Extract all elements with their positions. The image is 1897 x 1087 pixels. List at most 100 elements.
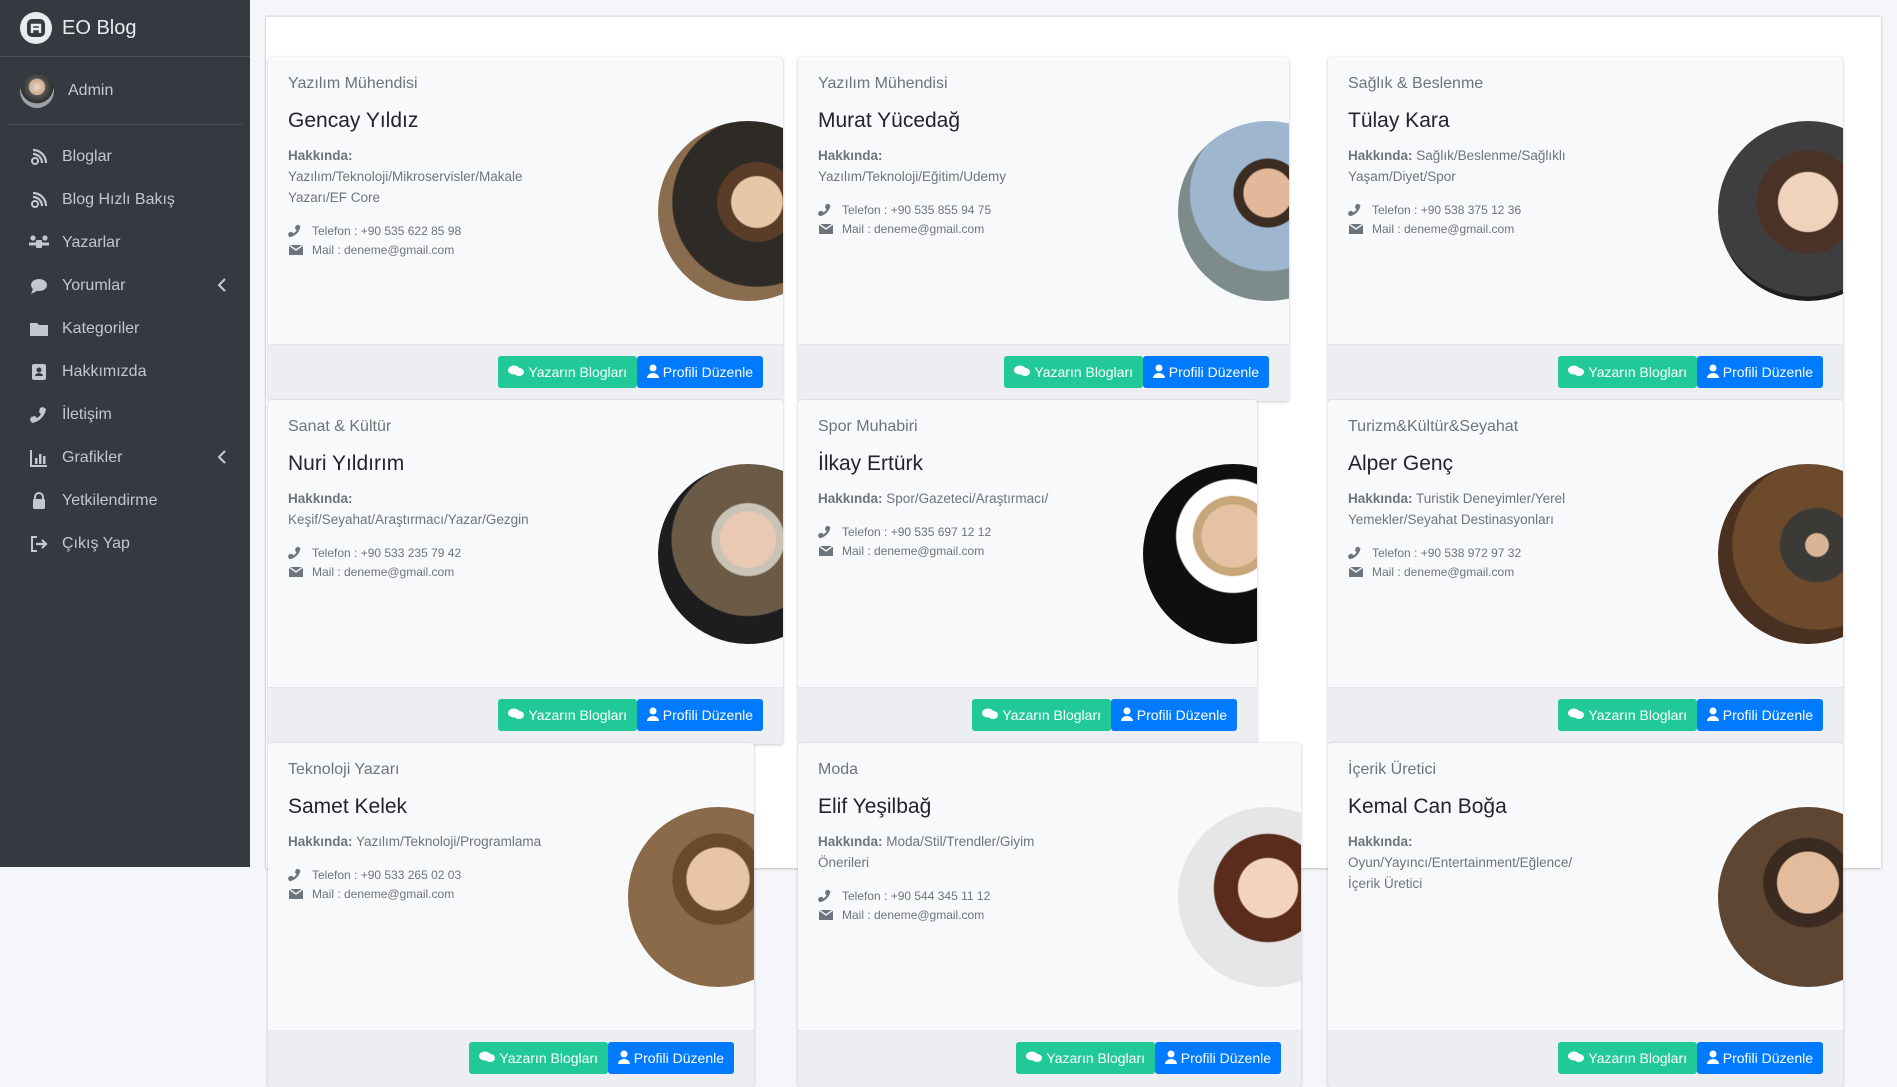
author-photo [1718, 807, 1843, 987]
phone-text: Telefon : +90 538 972 97 32 [1372, 546, 1522, 560]
comments-icon [982, 707, 1002, 724]
card-footer: Yazarın Blogları Profili Düzenle [268, 344, 783, 401]
card-footer: Yazarın Blogları Profili Düzenle [1328, 1030, 1843, 1087]
sidebar-item-9[interactable]: Çıkış Yap [0, 522, 250, 565]
sidebar-item-5[interactable]: Hakkımızda [0, 350, 250, 393]
about-label: Hakkında: [818, 148, 883, 163]
brand-link[interactable]: EO Blog [0, 0, 250, 57]
sidebar-item-label: Bloglar [62, 147, 112, 165]
author-about: Hakkında: Spor/Gazeteci/Araştırmacı/ [818, 488, 1073, 509]
sidebar-item-2[interactable]: Yazarlar [0, 221, 250, 264]
comments-icon [1014, 364, 1034, 381]
blog-icon [28, 148, 50, 166]
phone-text: Telefon : +90 535 855 94 75 [842, 203, 992, 217]
edit-profile-button[interactable]: Profili Düzenle [1110, 699, 1237, 731]
author-card: Teknoloji Yazarı Samet Kelek Hakkında: Yaz… [268, 743, 754, 1087]
phone-icon [28, 406, 50, 424]
author-blogs-button[interactable]: Yazarın Blogları [972, 699, 1111, 731]
user-icon [1164, 1050, 1181, 1067]
author-card: Turizm&Kültür&Seyahat Alper Genç Hakkında:… [1328, 400, 1843, 744]
mail-text: Mail : deneme@gmail.com [1372, 222, 1515, 236]
edit-profile-button[interactable]: Profili Düzenle [607, 1042, 734, 1074]
comments-icon [508, 364, 528, 381]
folder-icon [28, 320, 50, 338]
author-body: Gencay Yıldız Hakkında: Yazılım/Teknoloji… [268, 107, 783, 363]
author-name: Samet Kelek [288, 795, 408, 818]
author-photo [628, 807, 754, 987]
author-about: Hakkında: Yazılım/Teknoloji/Mikroservisl… [288, 145, 543, 208]
about-label: Hakkında: [818, 834, 883, 849]
author-blogs-button[interactable]: Yazarın Blogları [1558, 356, 1697, 388]
author-name: Tülay Kara [1348, 109, 1450, 132]
user-lock-icon [28, 491, 50, 510]
author-card: Yazılım Mühendisi Gencay Yıldız Hakkında: … [268, 57, 783, 401]
author-blogs-label: Yazarın Blogları [1046, 1050, 1145, 1066]
about-text: Yazılım/Teknoloji/Mikroservisler/Makale … [288, 169, 523, 205]
edit-profile-label: Profili Düzenle [662, 707, 753, 723]
author-blogs-button[interactable]: Yazarın Blogları [1004, 356, 1143, 388]
sidebar-item-1[interactable]: Blog Hızlı Bakış [0, 178, 250, 221]
author-about: Hakkında: Keşif/Seyahat/Araştırmacı/Yaza… [288, 488, 543, 530]
about-text: Yazılım/Teknoloji/Eğitim/Udemy [818, 169, 1007, 184]
edit-profile-button[interactable]: Profili Düzenle [1696, 1042, 1823, 1074]
author-blogs-label: Yazarın Blogları [528, 707, 627, 723]
sidebar-item-3[interactable]: Yorumlar [0, 264, 250, 307]
edit-profile-label: Profili Düzenle [1722, 364, 1813, 380]
mail-icon [288, 887, 306, 903]
sidebar-item-label: Yetkilendirme [62, 491, 158, 509]
card-footer: Yazarın Blogları Profili Düzenle [798, 1030, 1301, 1087]
blog-icon [28, 191, 50, 209]
edit-profile-button[interactable]: Profili Düzenle [1142, 356, 1269, 388]
about-label: Hakkında: [1348, 491, 1413, 506]
author-card: Sağlık & Beslenme Tülay Kara Hakkında: Sağ… [1328, 57, 1843, 401]
phone-icon [288, 224, 306, 240]
author-name: Gencay Yıldız [288, 109, 419, 132]
edit-profile-button[interactable]: Profili Düzenle [1154, 1042, 1281, 1074]
user-icon [646, 707, 663, 724]
mail-icon [1348, 222, 1366, 238]
phone-text: Telefon : +90 533 235 79 42 [312, 546, 462, 560]
chevron-left-icon[interactable] [217, 278, 226, 292]
mail-text: Mail : deneme@gmail.com [1372, 565, 1515, 579]
edit-profile-label: Profili Düzenle [662, 364, 753, 380]
phone-icon [818, 203, 836, 219]
author-blogs-button[interactable]: Yazarın Blogları [1558, 699, 1697, 731]
author-blogs-label: Yazarın Blogları [1034, 364, 1133, 380]
edit-profile-button[interactable]: Profili Düzenle [636, 356, 763, 388]
edit-profile-button[interactable]: Profili Düzenle [636, 699, 763, 731]
edit-profile-button[interactable]: Profili Düzenle [1696, 699, 1823, 731]
author-photo [1178, 121, 1289, 301]
sidebar-item-0[interactable]: Bloglar [0, 135, 250, 178]
brand-logo-icon [20, 12, 52, 44]
card-footer: Yazarın Blogları Profili Düzenle [268, 1030, 754, 1087]
sidebar-item-6[interactable]: İletişim [0, 393, 250, 436]
comments-icon [1568, 1050, 1588, 1067]
author-name: Elif Yeşilbağ [818, 795, 932, 818]
sidebar-item-7[interactable]: Grafikler [0, 436, 250, 479]
user-panel[interactable]: Admin [8, 57, 242, 125]
mail-icon [288, 243, 306, 259]
author-photo [1143, 464, 1257, 644]
mail-icon [818, 544, 836, 560]
chevron-left-icon[interactable] [217, 450, 226, 464]
author-about: Hakkında: Sağlık/Beslenme/Sağlıklı Yaşam… [1348, 145, 1603, 187]
author-blogs-label: Yazarın Blogları [1588, 364, 1687, 380]
mail-text: Mail : deneme@gmail.com [842, 544, 985, 558]
sidebar-item-4[interactable]: Kategoriler [0, 307, 250, 350]
author-blogs-button[interactable]: Yazarın Blogları [498, 699, 637, 731]
author-blogs-button[interactable]: Yazarın Blogları [469, 1042, 608, 1074]
author-blogs-button[interactable]: Yazarın Blogları [1558, 1042, 1697, 1074]
users-icon [28, 234, 50, 252]
user-icon [1706, 364, 1723, 381]
phone-text: Telefon : +90 533 265 02 03 [312, 868, 462, 882]
author-blogs-button[interactable]: Yazarın Blogları [1016, 1042, 1155, 1074]
author-blogs-label: Yazarın Blogları [528, 364, 627, 380]
author-blogs-button[interactable]: Yazarın Blogları [498, 356, 637, 388]
user-name[interactable]: Admin [68, 82, 113, 100]
author-about: Hakkında: Yazılım/Teknoloji/Eğitim/Udemy [818, 145, 1073, 187]
card-footer: Yazarın Blogları Profili Düzenle [1328, 344, 1843, 401]
sidebar-item-8[interactable]: Yetkilendirme [0, 479, 250, 522]
edit-profile-button[interactable]: Profili Düzenle [1696, 356, 1823, 388]
author-about: Hakkında: Yazılım/Teknoloji/Programlama [288, 831, 543, 852]
user-icon [1152, 364, 1169, 381]
